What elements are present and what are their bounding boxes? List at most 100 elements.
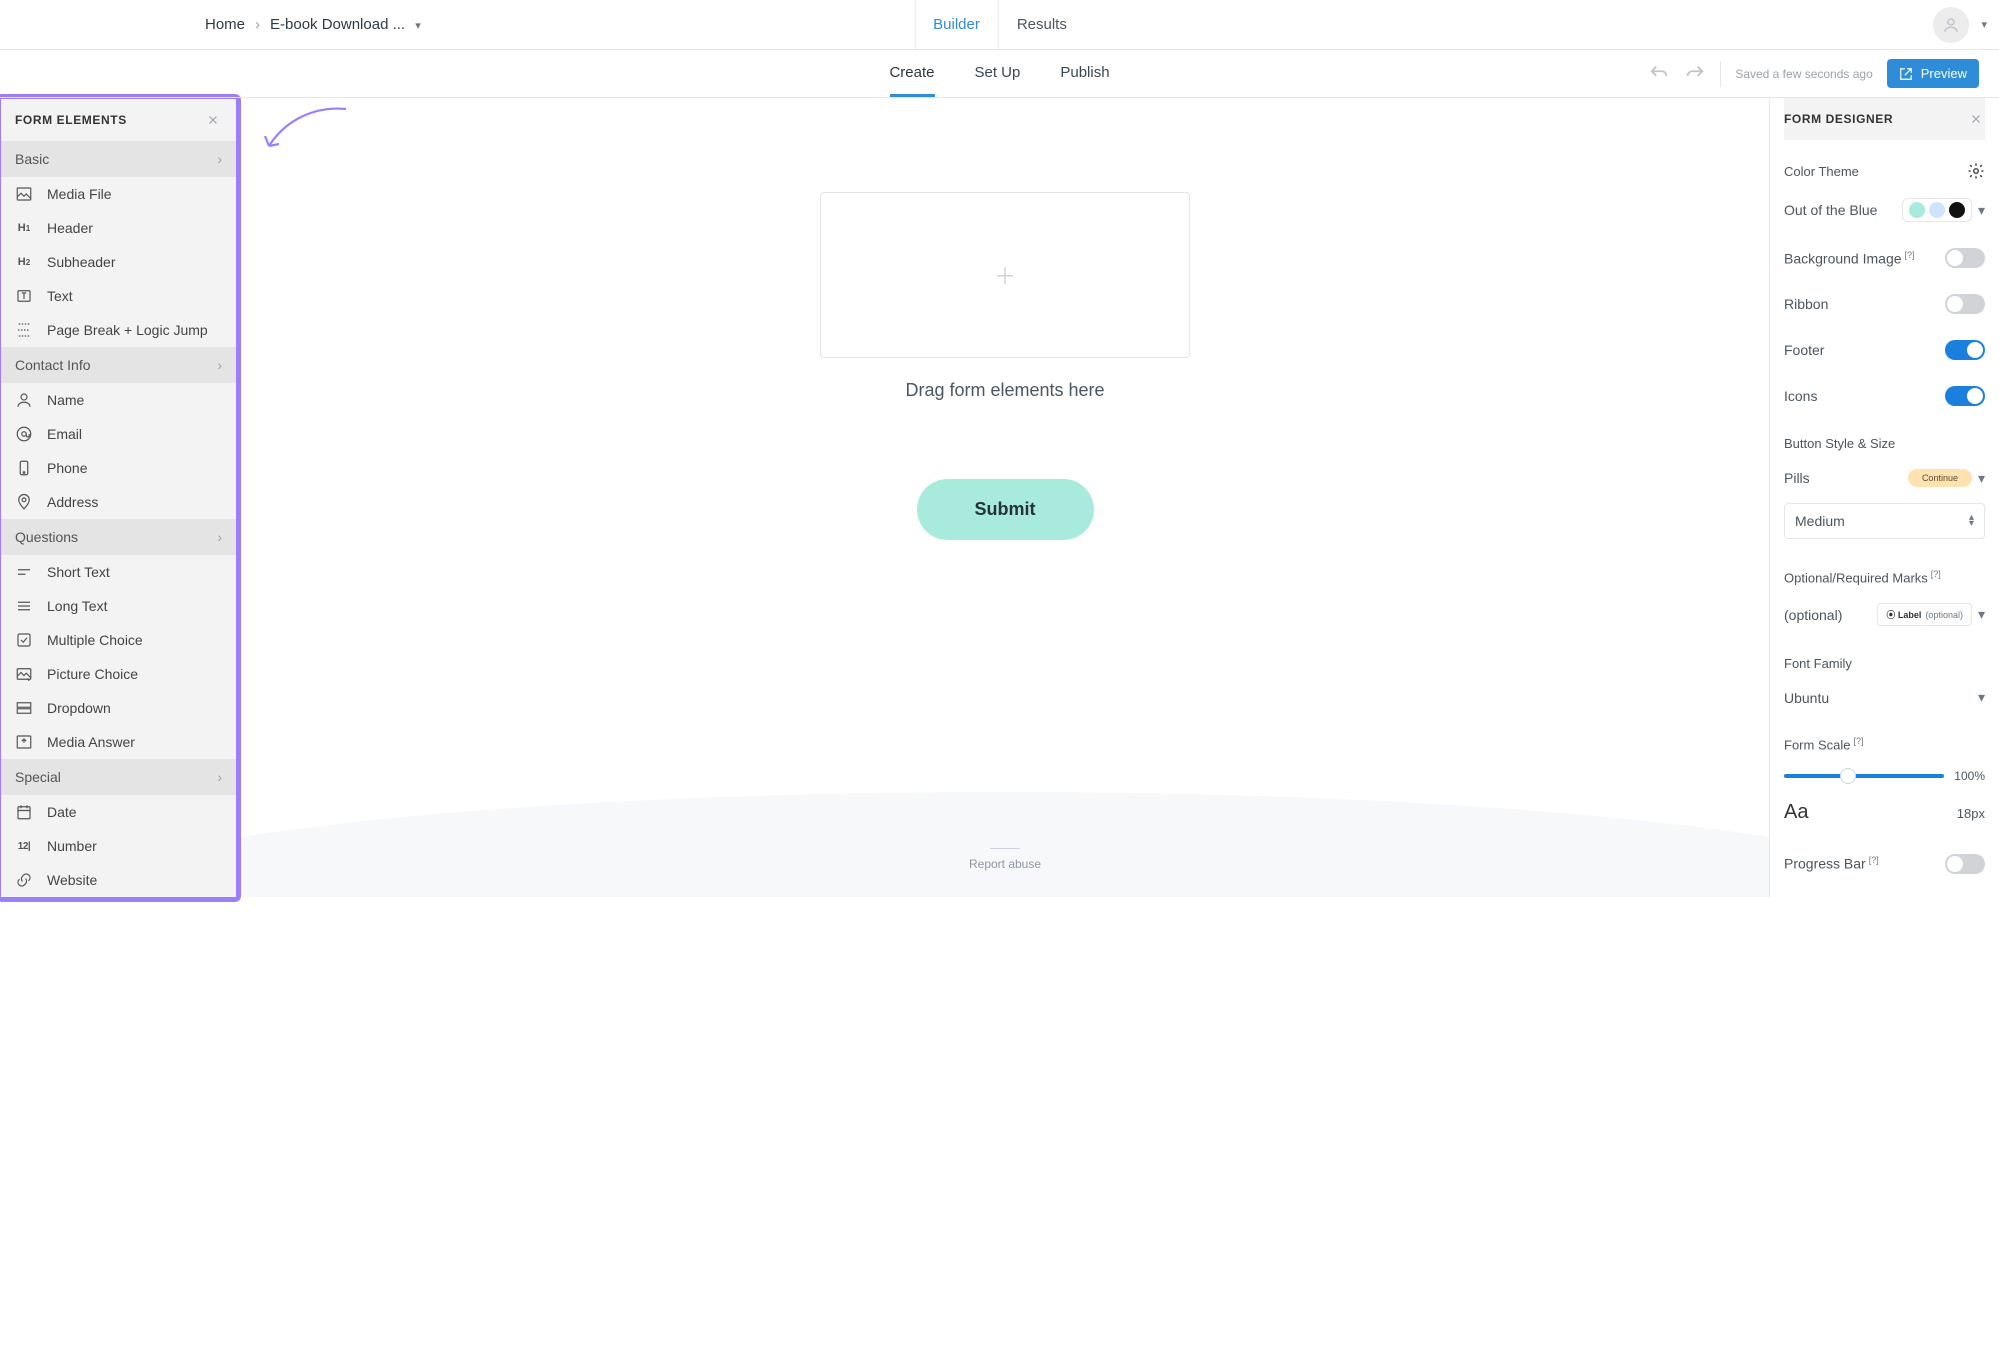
element-page-break[interactable]: Page Break + Logic Jump: [1, 313, 236, 347]
form-scale-label: Form Scale[?]: [1784, 736, 1863, 752]
element-email[interactable]: Email: [1, 417, 236, 451]
h2-icon: H2: [15, 253, 33, 271]
toggle-icons[interactable]: [1945, 386, 1985, 406]
chevron-down-icon: ▾: [1978, 689, 1985, 706]
subtab-setup[interactable]: Set Up: [974, 50, 1020, 97]
optreq-label: Optional/Required Marks[?]: [1784, 569, 1941, 585]
form-scale-value: 100%: [1954, 769, 1985, 783]
optreq-preview: ⦿ Label(optional): [1877, 603, 1972, 626]
form-scale-slider[interactable]: [1784, 774, 1944, 778]
element-date[interactable]: Date: [1, 795, 236, 829]
progress-bar-label: Progress Bar[?]: [1784, 855, 1879, 872]
text-icon: [15, 287, 33, 305]
breadcrumb-home[interactable]: Home: [205, 16, 245, 33]
gear-icon[interactable]: [1967, 162, 1985, 180]
page-break-icon: [15, 321, 33, 339]
pill-preview: Continue: [1908, 469, 1972, 487]
category-questions[interactable]: Questions ›: [1, 519, 236, 555]
select-chevrons-icon: ▴▾: [1969, 515, 1974, 527]
chevron-down-icon[interactable]: ▾: [1978, 470, 1985, 487]
element-text[interactable]: Text: [1, 279, 236, 313]
saved-status: Saved a few seconds ago: [1735, 67, 1872, 81]
scale-sample: Aa: [1784, 801, 1808, 824]
help-icon[interactable]: [?]: [1853, 736, 1863, 746]
breadcrumb-current[interactable]: E-book Download ... ▾: [270, 16, 421, 33]
media-answer-icon: [15, 733, 33, 751]
h1-icon: H1: [15, 219, 33, 237]
left-panel-highlight: FORM ELEMENTS Basic › Media File H1 Head…: [0, 94, 241, 902]
help-icon[interactable]: [?]: [1869, 855, 1879, 865]
toggle-bg-image[interactable]: [1945, 248, 1985, 268]
element-media-file[interactable]: Media File: [1, 177, 236, 211]
element-long-text[interactable]: Long Text: [1, 589, 236, 623]
element-name[interactable]: Name: [1, 383, 236, 417]
dropzone-hint: Drag form elements here: [905, 380, 1104, 401]
location-icon: [15, 493, 33, 511]
report-abuse-link[interactable]: Report abuse: [969, 848, 1041, 871]
element-website[interactable]: Website: [1, 863, 236, 897]
annotation-arrow-icon: [261, 104, 351, 154]
chevron-down-icon[interactable]: ▾: [1978, 606, 1985, 623]
long-text-icon: [15, 597, 33, 615]
checkbox-icon: [15, 631, 33, 649]
theme-name: Out of the Blue: [1784, 202, 1877, 218]
mode-tabs: Builder Results: [914, 0, 1085, 49]
toggle-footer[interactable]: [1945, 340, 1985, 360]
category-special[interactable]: Special ›: [1, 759, 236, 795]
pills-label: Pills: [1784, 470, 1810, 486]
icons-label: Icons: [1784, 388, 1817, 404]
element-picture-choice[interactable]: Picture Choice: [1, 657, 236, 691]
submit-button[interactable]: Submit: [917, 479, 1094, 540]
element-short-text[interactable]: Short Text: [1, 555, 236, 589]
font-family-label: Font Family: [1784, 656, 1852, 671]
font-family-select[interactable]: Ubuntu ▾: [1784, 689, 1985, 706]
tab-results[interactable]: Results: [999, 0, 1085, 49]
account-menu[interactable]: ▾: [1933, 7, 1987, 43]
redo-button[interactable]: [1684, 63, 1706, 85]
element-header[interactable]: H1 Header: [1, 211, 236, 245]
color-theme-label: Color Theme: [1784, 164, 1859, 179]
chevron-right-icon: ›: [217, 769, 222, 785]
preview-button[interactable]: Preview: [1887, 59, 1979, 88]
element-dropdown[interactable]: Dropdown: [1, 691, 236, 725]
chevron-right-icon: ›: [217, 357, 222, 373]
sub-tabs: Create Set Up Publish: [889, 50, 1109, 97]
element-address[interactable]: Address: [1, 485, 236, 519]
chevron-down-icon[interactable]: ▾: [415, 20, 421, 32]
category-contact[interactable]: Contact Info ›: [1, 347, 236, 383]
sub-toolbar: Create Set Up Publish Saved a few second…: [0, 50, 1999, 98]
form-designer-panel: FORM DESIGNER Color Theme Out of the Blu…: [1769, 98, 1999, 897]
close-icon[interactable]: [204, 111, 222, 129]
category-basic[interactable]: Basic ›: [1, 141, 236, 177]
theme-swatches[interactable]: [1902, 198, 1972, 222]
element-phone[interactable]: Phone: [1, 451, 236, 485]
element-media-answer[interactable]: Media Answer: [1, 725, 236, 759]
subtab-create[interactable]: Create: [889, 50, 934, 97]
chevron-down-icon[interactable]: ▾: [1978, 202, 1985, 219]
toggle-progress-bar[interactable]: [1945, 854, 1985, 874]
button-size-select[interactable]: Medium ▴▾: [1784, 503, 1985, 539]
footer-decoration: [241, 777, 1769, 897]
plus-icon: ＋: [994, 259, 1016, 291]
toggle-ribbon[interactable]: [1945, 294, 1985, 314]
breadcrumb: Home › E-book Download ... ▾: [205, 16, 421, 33]
help-icon[interactable]: [?]: [1905, 250, 1915, 260]
subtab-publish[interactable]: Publish: [1060, 50, 1109, 97]
undo-button[interactable]: [1648, 63, 1670, 85]
tab-builder[interactable]: Builder: [914, 0, 999, 49]
element-subheader[interactable]: H2 Subheader: [1, 245, 236, 279]
image-icon: [15, 185, 33, 203]
ribbon-label: Ribbon: [1784, 296, 1828, 312]
panel-title: FORM ELEMENTS: [15, 113, 127, 127]
element-number[interactable]: 12| Number: [1, 829, 236, 863]
phone-icon: [15, 459, 33, 477]
help-icon[interactable]: [?]: [1931, 569, 1941, 579]
footer-label: Footer: [1784, 342, 1824, 358]
form-dropzone[interactable]: ＋: [820, 192, 1190, 358]
form-elements-panel: FORM ELEMENTS Basic › Media File H1 Head…: [1, 99, 236, 897]
optreq-value: (optional): [1784, 607, 1842, 623]
header-bar: Home › E-book Download ... ▾ Builder Res…: [0, 0, 1999, 50]
element-multiple-choice[interactable]: Multiple Choice: [1, 623, 236, 657]
bg-image-label: Background Image[?]: [1784, 250, 1915, 267]
close-icon[interactable]: [1967, 110, 1985, 128]
